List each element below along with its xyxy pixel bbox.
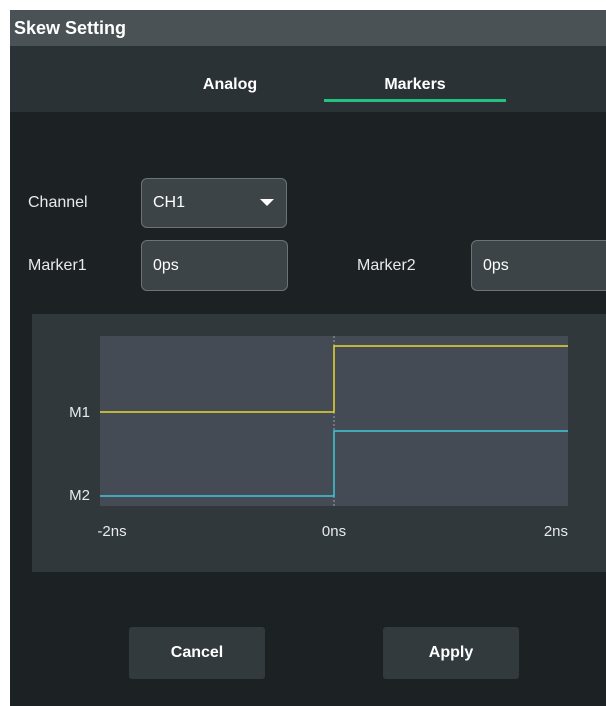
skew-chart: M1 M2 -2ns 0ns 2ns: [69, 336, 568, 540]
cancel-button[interactable]: Cancel: [129, 627, 265, 679]
skew-setting-dialog: Skew Setting Analog Markers Channel CH1 …: [10, 10, 606, 706]
marker1-input[interactable]: 0ps: [141, 240, 288, 291]
channel-dropdown[interactable]: CH1: [141, 178, 287, 228]
m1-axis-label: M1: [69, 404, 90, 421]
channel-label: Channel: [28, 194, 88, 211]
caret-down-icon: [260, 199, 274, 206]
marker2-input[interactable]: 0ps: [471, 240, 606, 291]
active-tab-indicator: [324, 99, 506, 102]
tab-analog[interactable]: Analog: [160, 46, 300, 112]
skew-chart-panel: M1 M2 -2ns 0ns 2ns: [32, 314, 606, 572]
x-tick-label: 0ns: [322, 523, 346, 540]
dialog-title: Skew Setting: [10, 10, 606, 46]
tab-bar: Analog Markers: [10, 46, 606, 112]
x-tick-label: -2ns: [97, 523, 126, 540]
apply-button[interactable]: Apply: [383, 627, 519, 679]
m2-axis-label: M2: [69, 487, 90, 504]
marker2-label: Marker2: [357, 257, 416, 274]
tab-markers[interactable]: Markers: [324, 46, 506, 112]
channel-value: CH1: [153, 194, 186, 211]
marker1-label: Marker1: [28, 257, 87, 274]
x-tick-label: 2ns: [544, 523, 568, 540]
